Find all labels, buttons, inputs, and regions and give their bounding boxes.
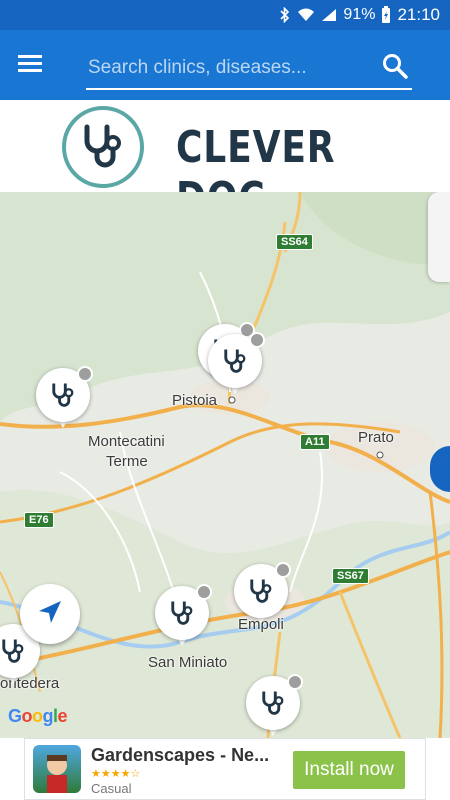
logo-header: CLEVER DOC (14, 100, 436, 224)
place-label: Terme (106, 453, 148, 470)
wifi-icon (297, 8, 315, 22)
search-icon[interactable] (382, 53, 410, 81)
battery-charging-icon (381, 6, 391, 24)
map-side-tab[interactable] (428, 192, 450, 282)
clinic-marker[interactable] (208, 332, 265, 400)
clock: 21:10 (397, 5, 440, 24)
battery-percent: 91% (343, 6, 376, 23)
hamburger-menu-icon[interactable] (18, 52, 52, 80)
ad-rating-stars: ★★★★☆ (91, 768, 141, 780)
navigation-arrow-icon (36, 598, 64, 631)
signal-icon (321, 8, 337, 22)
ad-title: Gardenscapes - Ne... (91, 745, 270, 765)
stethoscope-logo-icon (62, 106, 144, 188)
clinic-marker[interactable] (234, 562, 291, 630)
game-app-icon (33, 745, 81, 793)
map-view[interactable]: SS64 A11 E76 SS67 Pistoia Prato Montecat… (0, 192, 450, 738)
road-label: SS67 (332, 568, 369, 584)
my-location-button[interactable] (20, 584, 80, 644)
place-label: San Miniato (148, 654, 228, 671)
status-bar: 91% 21:10 (0, 0, 450, 30)
road-label: E76 (24, 512, 54, 528)
clinic-marker[interactable] (36, 366, 93, 434)
ad-banner[interactable]: Gardenscapes - Ne... ★★★★☆ Casual Instal… (24, 738, 426, 800)
bluetooth-icon (279, 7, 291, 23)
clinic-marker[interactable] (155, 584, 212, 652)
clinic-marker[interactable] (246, 674, 303, 738)
ad-category: Casual (91, 781, 132, 796)
google-attribution: Google (8, 706, 68, 726)
road-label: SS64 (276, 234, 313, 250)
place-label: Montecatini (88, 433, 165, 450)
install-now-button[interactable]: Install now (293, 751, 405, 789)
search-bar (86, 48, 412, 90)
app-bar (0, 30, 450, 100)
place-label: Prato (358, 429, 394, 446)
search-input[interactable] (86, 48, 376, 88)
road-label: A11 (300, 434, 330, 450)
